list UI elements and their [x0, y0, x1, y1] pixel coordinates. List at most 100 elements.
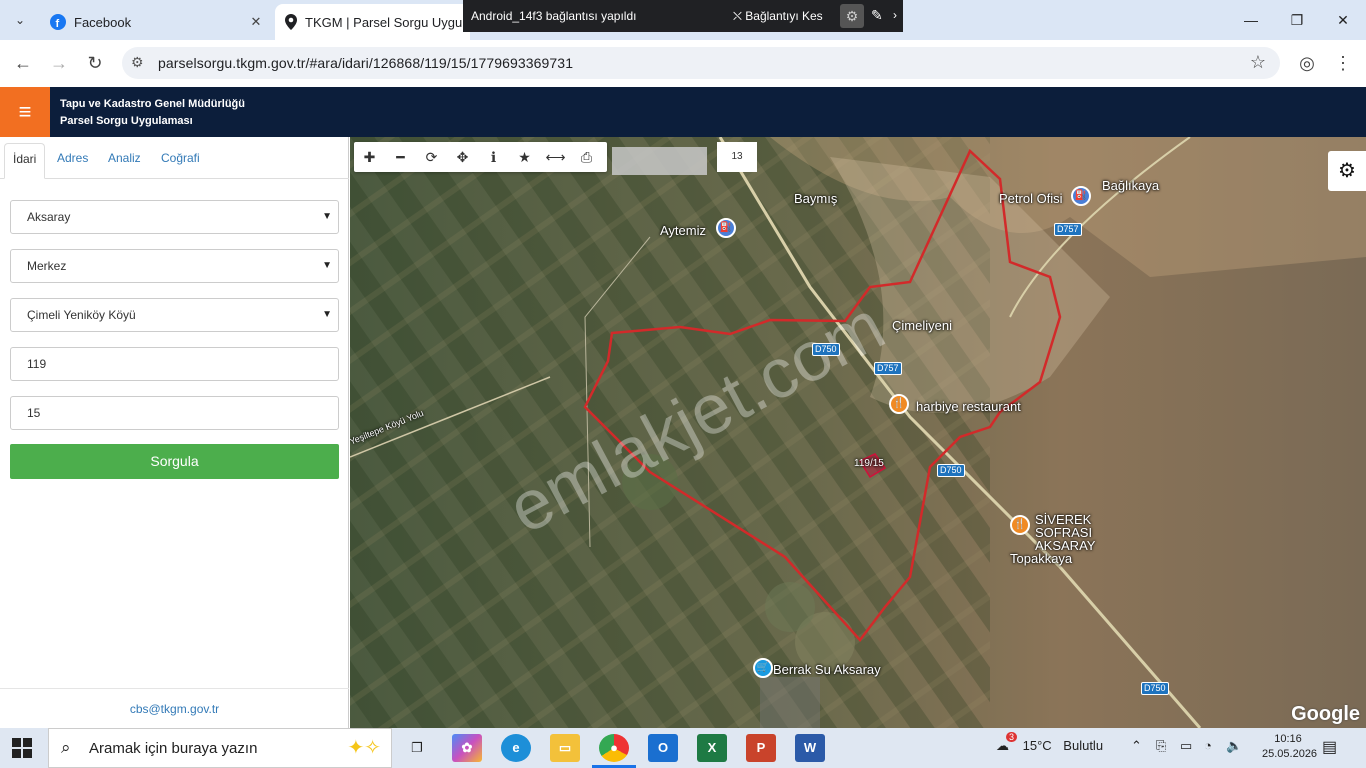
close-tab-icon[interactable]: ✕	[248, 14, 264, 30]
restaurant-icon[interactable]: 🍴	[889, 394, 909, 414]
block-input[interactable]: 119	[10, 347, 339, 381]
refresh-icon[interactable]: ⟳	[416, 142, 447, 172]
battery-icon[interactable]: ▭	[1180, 738, 1192, 754]
query-button[interactable]: Sorgula	[10, 444, 339, 479]
facebook-icon: f	[50, 14, 66, 30]
neighborhood-select[interactable]: Çimeli Yeniköy Köyü ▼	[10, 298, 339, 332]
search-icon: ⌕	[61, 738, 71, 757]
task-view-icon[interactable]: ❐	[402, 734, 432, 762]
wifi-icon[interactable]: ◔	[1204, 738, 1212, 753]
info-icon[interactable]: ℹ	[478, 142, 509, 172]
chevron-down-icon: ▼	[322, 211, 332, 222]
menu-kebab-icon[interactable]: ⋮	[1330, 50, 1356, 76]
tab-title: TKGM | Parsel Sorgu Uygulama	[305, 14, 465, 30]
weather-badge: 3	[1006, 732, 1018, 742]
road-shield: D757	[1054, 223, 1082, 236]
chevron-down-icon: ▼	[322, 309, 332, 320]
print-icon[interactable]: ⎙	[571, 142, 602, 172]
taskbar-search[interactable]: ⌕ Aramak için buraya yazın ✦✧	[48, 728, 392, 768]
map-view[interactable]: emlakjet.com Baymış Aytemiz Petrol Ofisi…	[350, 137, 1366, 728]
clock[interactable]: 10:16 25.05.2026	[1262, 732, 1318, 762]
date: 25.05.2026	[1262, 748, 1318, 760]
contact-email-link[interactable]: cbs@tkgm.gov.tr	[0, 688, 349, 728]
url-text[interactable]: parselsorgu.tkgm.gov.tr/#ara/idari/12686…	[158, 55, 573, 71]
tab-adres[interactable]: Adres	[49, 143, 96, 179]
org-name: Tapu ve Kadastro Genel Müdürlüğü	[60, 98, 245, 110]
meet-icon[interactable]: ⎘	[1156, 738, 1166, 754]
tab-analiz[interactable]: Analiz	[100, 143, 149, 179]
copilot-icon[interactable]: ✿	[452, 734, 482, 762]
road-shield: D750	[1141, 682, 1169, 695]
tab-idari[interactable]: İdari	[4, 143, 46, 179]
google-logo: Google	[1291, 703, 1360, 725]
place-label: Aytemiz	[660, 223, 706, 238]
browser-toolbar: ← → ↻ ⚙ parselsorgu.tkgm.gov.tr/#ara/ida…	[0, 40, 1366, 86]
parcel-input[interactable]: 15	[10, 396, 339, 430]
district-select[interactable]: Merkez ▼	[10, 249, 339, 283]
time: 10:16	[1274, 733, 1302, 745]
gas-station-icon[interactable]: ⛽	[716, 218, 736, 238]
chevron-right-icon[interactable]: ›	[893, 8, 897, 22]
satellite-imagery	[350, 137, 1366, 728]
back-button[interactable]: ←	[10, 50, 36, 76]
disconnect-icon: ⛌	[733, 9, 746, 23]
road-shield: D750	[937, 464, 965, 477]
windows-taskbar: ⌕ Aramak için buraya yazın ✦✧ ❐ ✿ e ▭ ● …	[0, 728, 1366, 768]
address-bar[interactable]: ⚙ parselsorgu.tkgm.gov.tr/#ara/idari/126…	[122, 47, 1280, 79]
org-title: Tapu ve Kadastro Genel Müdürlüğü Parsel …	[60, 96, 245, 130]
place-label: harbiye restaurant	[916, 399, 1021, 414]
word-icon[interactable]: W	[795, 734, 825, 762]
chevron-down-icon: ▼	[322, 260, 332, 271]
forward-button[interactable]: →	[46, 50, 72, 76]
road-shield: D757	[874, 362, 902, 375]
app-header: ≡ Tapu ve Kadastro Genel Müdürlüğü Parse…	[0, 87, 1366, 137]
reload-button[interactable]: ↻	[82, 50, 108, 76]
svg-text:f: f	[56, 18, 60, 30]
gear-icon[interactable]: ⚙	[1328, 151, 1366, 191]
measure-icon[interactable]: ⟷	[540, 142, 571, 172]
hamburger-menu-button[interactable]: ≡	[0, 87, 50, 137]
pin-icon[interactable]: ✎	[871, 7, 883, 24]
bookmark-star-icon[interactable]: ☆	[1250, 52, 1266, 73]
zoom-in-icon[interactable]: ✚	[354, 142, 385, 172]
gear-icon[interactable]: ⚙	[840, 4, 864, 28]
star-icon[interactable]: ★	[509, 142, 540, 172]
restaurant-icon[interactable]: 🍴	[1010, 515, 1030, 535]
weather-widget[interactable]: ☁ 3 15°C Bulutlu	[996, 732, 1103, 754]
place-label: Baymış	[794, 191, 838, 206]
locate-icon[interactable]: ✥	[447, 142, 478, 172]
location-pin-icon	[285, 14, 297, 30]
outlook-icon[interactable]: O	[648, 734, 678, 762]
tab-search-button[interactable]: ⌄	[8, 8, 32, 32]
minimize-button[interactable]: —	[1237, 8, 1265, 32]
restore-button[interactable]: ❐	[1283, 8, 1311, 32]
profile-icon[interactable]: ◎	[1294, 50, 1320, 76]
close-window-button[interactable]: ✕	[1329, 8, 1357, 32]
zoom-out-icon[interactable]: ━	[385, 142, 416, 172]
place-label: Topakkaya	[1010, 551, 1073, 566]
place-label: Berrak Su Aksaray	[773, 662, 881, 677]
gas-station-icon[interactable]: ⛽	[1071, 186, 1091, 206]
chevron-up-icon[interactable]: ⌃	[1131, 738, 1142, 754]
edge-icon[interactable]: e	[501, 734, 531, 762]
tab-tkgm[interactable]: TKGM | Parsel Sorgu Uygulama	[275, 4, 470, 40]
windows-start-icon[interactable]	[12, 738, 32, 758]
place-label: Bağlıkaya	[1102, 178, 1160, 193]
place-label: Petrol Ofisi	[999, 191, 1063, 206]
map-search-box[interactable]	[612, 147, 707, 175]
map-toolbar: ✚ ━ ⟳ ✥ ℹ ★ ⟷ ⎙	[354, 142, 607, 172]
excel-icon[interactable]: X	[697, 734, 727, 762]
notification-icon[interactable]: ▤	[1322, 737, 1337, 757]
powerpoint-icon[interactable]: P	[746, 734, 776, 762]
search-placeholder: Aramak için buraya yazın	[89, 740, 258, 757]
province-select[interactable]: Aksaray ▼	[10, 200, 339, 234]
disconnect-button[interactable]: ⛌ Bağlantıyı Kes	[733, 9, 823, 24]
tab-cografi[interactable]: Coğrafi	[153, 143, 208, 179]
shopping-cart-icon[interactable]: 🛒	[753, 658, 773, 678]
tab-facebook[interactable]: f Facebook ✕	[40, 4, 270, 40]
app-name: Parsel Sorgu Uygulaması	[60, 115, 193, 127]
chrome-icon[interactable]: ●	[599, 734, 629, 762]
volume-icon[interactable]: 🔈	[1226, 738, 1242, 754]
site-info-icon[interactable]: ⚙	[131, 54, 144, 71]
file-explorer-icon[interactable]: ▭	[550, 734, 580, 762]
